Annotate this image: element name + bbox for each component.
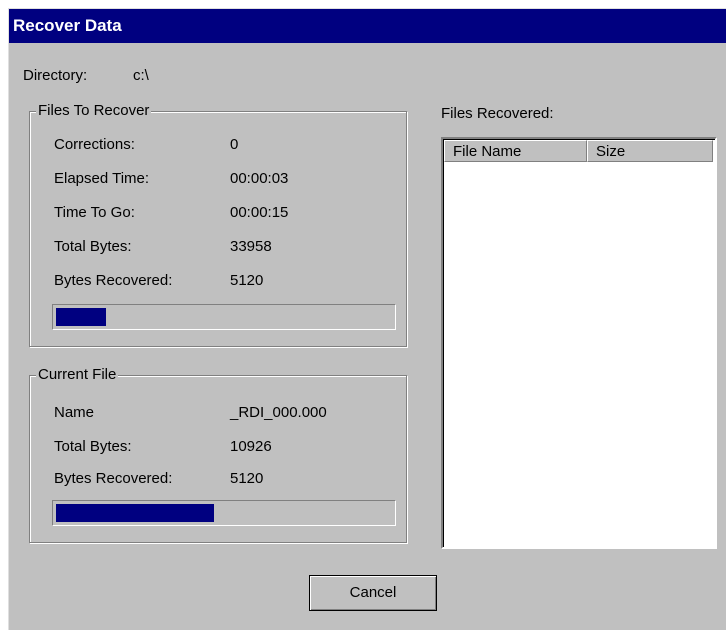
directory-value: c:\ [133,67,149,84]
time-to-go-label: Time To Go: [54,204,135,221]
file-total-bytes-value: 10926 [230,438,272,455]
current-file-progress-bar [52,500,396,526]
directory-label: Directory: [23,67,88,84]
elapsed-time-value: 00:00:03 [230,170,289,187]
elapsed-time-label: Elapsed Time: [54,170,150,187]
column-header-size[interactable]: Size [587,140,713,162]
file-name-label: Name [54,404,95,421]
column-header-file-name[interactable]: File Name [444,140,587,162]
file-bytes-recovered-value: 5120 [230,470,264,487]
bytes-recovered-label: Bytes Recovered: [54,272,173,289]
current-file-progress-fill [56,504,214,522]
files-to-recover-group: Files To Recover Corrections: 0 Elapsed … [29,102,407,347]
current-file-group: Current File Name _RDI_000.000 Total Byt… [29,366,407,543]
title-bar[interactable]: Recover Data [9,9,726,43]
total-bytes-value: 33958 [230,238,272,255]
recover-data-dialog: Recover Data Directory: c:\ Files To Rec… [8,8,726,630]
files-to-recover-title: Files To Recover [36,102,152,120]
time-to-go-value: 00:00:15 [230,204,289,221]
total-bytes-label: Total Bytes: [54,238,132,255]
file-total-bytes-label: Total Bytes: [54,438,132,455]
corrections-value: 0 [230,136,239,153]
window-title: Recover Data [13,16,122,35]
cancel-button[interactable]: Cancel [309,575,437,611]
overall-progress-fill [56,308,106,326]
current-file-title: Current File [36,366,119,384]
bytes-recovered-value: 5120 [230,272,264,289]
file-bytes-recovered-label: Bytes Recovered: [54,470,173,487]
files-recovered-label: Files Recovered: [441,105,554,122]
overall-progress-bar [52,304,396,330]
files-recovered-list[interactable]: File Name Size [441,137,717,549]
file-name-value: _RDI_000.000 [230,404,327,421]
corrections-label: Corrections: [54,136,135,153]
